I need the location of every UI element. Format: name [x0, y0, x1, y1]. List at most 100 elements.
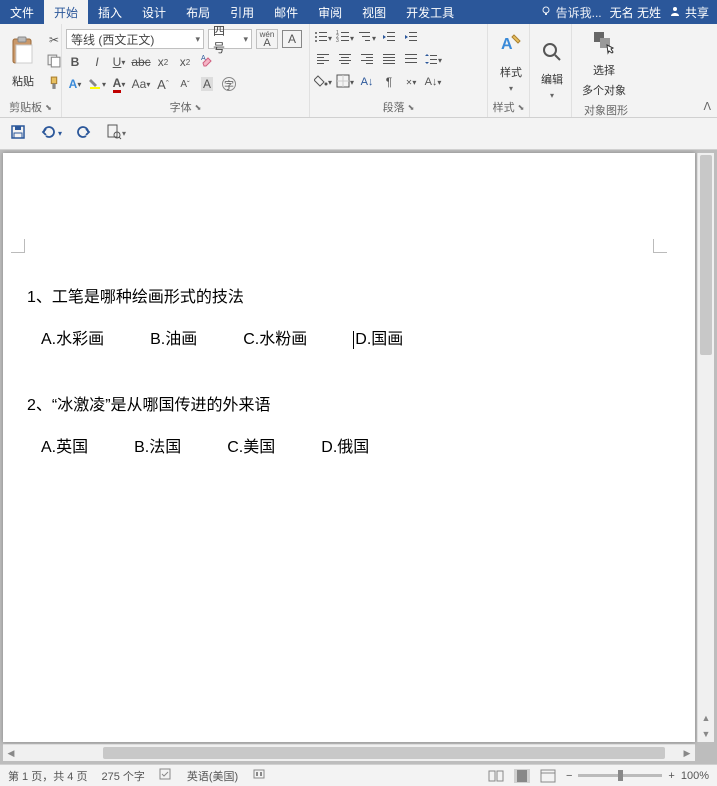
italic-button[interactable]: I	[88, 53, 106, 71]
align-left-button[interactable]	[314, 51, 332, 69]
scroll-down-icon[interactable]: ▼	[698, 726, 714, 742]
highlight-button[interactable]: ▾	[88, 75, 106, 93]
scrollbar-thumb[interactable]	[103, 747, 665, 759]
font-group-label: 字体	[170, 99, 192, 115]
align-center-button[interactable]	[336, 51, 354, 69]
enclose-char-button[interactable]: 字	[220, 75, 238, 93]
save-button[interactable]	[10, 124, 26, 143]
text-effects-button[interactable]: A▾	[66, 75, 84, 93]
paste-button[interactable]: 粘贴	[4, 27, 42, 97]
proofing-icon[interactable]	[159, 767, 173, 784]
char-shading-button[interactable]: A	[198, 75, 216, 93]
copy-button[interactable]	[45, 53, 63, 71]
superscript-button[interactable]: x2	[176, 53, 194, 71]
bold-button[interactable]: B	[66, 53, 84, 71]
scroll-left-icon[interactable]: ◀	[3, 745, 19, 761]
find-icon	[540, 40, 564, 67]
font-name-select[interactable]: 等线 (西文正文)	[66, 29, 204, 49]
tab-design[interactable]: 设计	[132, 0, 176, 24]
cut-button[interactable]: ✂	[45, 31, 63, 49]
tab-layout[interactable]: 布局	[176, 0, 220, 24]
select-line1: 选择	[593, 62, 615, 78]
decrease-indent-button[interactable]	[380, 29, 398, 47]
tab-file[interactable]: 文件	[0, 0, 44, 24]
zoom-out-button[interactable]: −	[566, 770, 572, 782]
indent-icon	[404, 30, 418, 47]
word-count[interactable]: 275 个字	[101, 768, 144, 784]
tab-home[interactable]: 开始	[44, 0, 88, 24]
line-spacing-button[interactable]: ▾	[424, 51, 442, 69]
slider-thumb[interactable]	[618, 770, 623, 781]
page-count[interactable]: 第 1 页，共 4 页	[8, 768, 87, 784]
undo-button[interactable]: ▾	[40, 124, 62, 143]
tab-mailings[interactable]: 邮件	[264, 0, 308, 24]
underline-button[interactable]: U▾	[110, 53, 128, 71]
bullets-button[interactable]: ▾	[314, 29, 332, 47]
launcher-icon[interactable]: ⬊	[408, 103, 415, 112]
change-case-button[interactable]: Aa▾	[132, 75, 150, 93]
multilevel-button[interactable]: ▾	[358, 29, 376, 47]
align-distribute-button[interactable]	[402, 51, 420, 69]
select-line2: 多个对象	[582, 82, 626, 98]
option: B.油画	[150, 325, 197, 349]
zoom-slider[interactable]	[578, 774, 662, 777]
asian-layout-button[interactable]: ✕▾	[402, 73, 420, 91]
web-layout-button[interactable]	[540, 769, 556, 783]
share-button[interactable]: 共享	[669, 4, 709, 21]
shrink-font-button[interactable]: Aˇ	[176, 75, 194, 93]
launcher-icon[interactable]: ⬊	[518, 103, 525, 112]
zoom-control: − + 100%	[566, 770, 709, 782]
zoom-in-button[interactable]: +	[668, 770, 674, 782]
redo-button[interactable]	[76, 124, 92, 143]
align-right-button[interactable]	[358, 51, 376, 69]
print-layout-button[interactable]	[514, 769, 530, 783]
scroll-right-icon[interactable]: ▶	[679, 745, 695, 761]
select-objects-button[interactable]: 选择 多个对象	[576, 27, 632, 100]
scroll-up-icon[interactable]: ▲	[698, 710, 714, 726]
scrollbar-thumb[interactable]	[700, 155, 712, 355]
tab-references[interactable]: 引用	[220, 0, 264, 24]
launcher-icon[interactable]: ⬊	[195, 103, 202, 112]
numbering-button[interactable]: 123▾	[336, 29, 354, 47]
subscript-button[interactable]: x2	[154, 53, 172, 71]
vertical-scrollbar[interactable]: ▲ ▼	[697, 153, 714, 742]
editing-button[interactable]: 编辑 ▾	[534, 27, 570, 113]
horizontal-scrollbar[interactable]: ◀ ▶	[3, 744, 695, 761]
question-1: 1、工笔是哪种绘画形式的技法	[27, 283, 635, 307]
font-color-button[interactable]: A▾	[110, 75, 128, 93]
sort-button[interactable]: A↓	[358, 73, 376, 91]
copy-icon	[47, 54, 61, 71]
font-size-select[interactable]: 四号	[208, 29, 252, 49]
format-painter-button[interactable]	[45, 75, 63, 93]
document-content[interactable]: 1、工笔是哪种绘画形式的技法 A.水彩画 B.油画 C.水粉画 D.国画 2、“…	[27, 283, 635, 499]
user-name[interactable]: 无名 无姓	[610, 4, 661, 21]
styles-button[interactable]: A 样式 ▾	[492, 27, 530, 97]
align-justify-icon	[382, 52, 396, 69]
grow-font-button[interactable]: Aˆ	[154, 75, 172, 93]
borders-button[interactable]: ▾	[336, 73, 354, 91]
tell-me[interactable]: 告诉我...	[540, 4, 602, 21]
share-label: 共享	[685, 4, 709, 21]
zoom-level[interactable]: 100%	[681, 770, 709, 782]
shading-button[interactable]: ▾	[314, 73, 332, 91]
collapse-ribbon-button[interactable]: ᐱ	[703, 100, 711, 113]
tab-devtools[interactable]: 开发工具	[396, 0, 464, 24]
tab-insert[interactable]: 插入	[88, 0, 132, 24]
char-border-button[interactable]: A	[282, 30, 302, 48]
read-mode-button[interactable]	[488, 769, 504, 783]
strikethrough-button[interactable]: abc	[132, 53, 150, 71]
tab-review[interactable]: 审阅	[308, 0, 352, 24]
print-preview-button[interactable]: ▾	[106, 124, 126, 143]
macro-icon[interactable]	[252, 767, 266, 784]
show-marks-button[interactable]: ¶	[380, 73, 398, 91]
snap-button[interactable]: A↓▾	[424, 73, 442, 91]
page[interactable]: 1、工笔是哪种绘画形式的技法 A.水彩画 B.油画 C.水粉画 D.国画 2、“…	[3, 153, 695, 742]
align-justify-button[interactable]	[380, 51, 398, 69]
svg-text:3: 3	[336, 38, 339, 44]
language[interactable]: 英语(美国)	[187, 768, 238, 784]
tab-view[interactable]: 视图	[352, 0, 396, 24]
phonetic-guide-button[interactable]: wénA	[256, 29, 278, 49]
align-left-icon	[316, 52, 330, 69]
increase-indent-button[interactable]	[402, 29, 420, 47]
launcher-icon[interactable]: ⬊	[45, 103, 52, 112]
